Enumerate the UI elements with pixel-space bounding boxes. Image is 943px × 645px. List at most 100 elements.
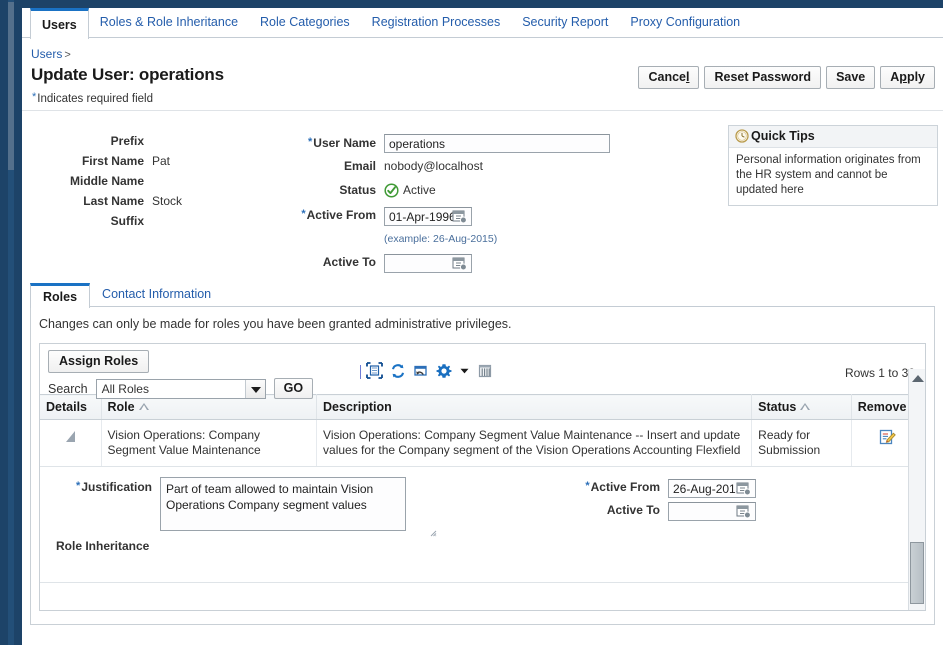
rows-range-info: Rows 1 to 30 [844, 366, 915, 380]
go-button[interactable]: GO [273, 378, 314, 399]
field-middle-name: Middle Name [22, 171, 322, 191]
cancel-button[interactable]: Cancel [638, 66, 700, 89]
user-header-form: Prefix First Name Pat Middle Name Last Na… [22, 111, 943, 279]
field-active-to: Active To [284, 251, 704, 274]
detail-field-active-to: Active To [580, 499, 756, 523]
justification-textarea[interactable]: Part of team allowed to maintain Vision … [160, 477, 406, 531]
account-fields: *User Name Email nobody@localhost Status A… [284, 131, 704, 275]
tab-contact-information[interactable]: Contact Information [90, 283, 223, 306]
tab-roles-role-inheritance-label: Roles & Role Inheritance [99, 15, 239, 29]
cell-details[interactable] [40, 419, 102, 467]
apply-button-label-post: ply [906, 70, 925, 84]
table-vertical-scrollbar[interactable] [908, 369, 925, 610]
save-button[interactable]: Save [826, 66, 876, 89]
active-from-hint: (example: 26-Aug-2015) [384, 233, 498, 245]
expand-all-icon[interactable] [366, 362, 383, 382]
page-action-buttons: Cancel Reset Password Save Apply [633, 66, 935, 89]
field-prefix: Prefix [22, 131, 322, 151]
active-from-datefield [384, 205, 472, 227]
field-last-name: Last Name Stock [22, 191, 322, 211]
reset-password-button[interactable]: Reset Password [704, 66, 822, 89]
detail-date-fields: *Active From Active To [580, 475, 756, 523]
breadcrumb-link-users[interactable]: Users [31, 47, 62, 61]
refresh-icon[interactable] [390, 363, 406, 382]
user-name-input[interactable] [384, 134, 610, 154]
window-scrollbar-thumb[interactable] [8, 2, 14, 170]
column-header-status-label: Status [758, 400, 797, 414]
scroll-up-arrow-icon[interactable] [912, 375, 924, 382]
page-content: Users Roles & Role Inheritance Role Cate… [22, 8, 943, 645]
cancel-button-label: Cance [648, 70, 686, 84]
tab-roles[interactable]: Roles [30, 283, 91, 308]
calendar-icon[interactable] [736, 481, 751, 496]
reset-password-button-label: Reset Password [714, 70, 812, 84]
person-name-fields: Prefix First Name Pat Middle Name Last Na… [22, 131, 322, 231]
cell-role: Vision Operations: Company Segment Value… [101, 419, 318, 467]
sort-ascending-icon[interactable] [800, 403, 811, 410]
quick-tips-body: Personal information originates from the… [736, 154, 921, 196]
column-header-remove-label: Remove [857, 400, 907, 414]
settings-gear-icon[interactable] [436, 363, 452, 382]
required-field-note-text: Indicates required field [37, 93, 153, 105]
field-suffix: Suffix [22, 211, 322, 231]
column-header-role-label: Role [107, 400, 135, 414]
calendar-icon[interactable] [452, 256, 467, 271]
table-row: Vision Operations: Company Segment Value… [40, 419, 926, 467]
dropdown-arrow-icon[interactable] [459, 365, 470, 379]
toolbar-divider [360, 365, 361, 379]
tab-role-categories[interactable]: Role Categories [249, 8, 361, 37]
assign-roles-button-label: Assign Roles [59, 354, 139, 368]
calendar-icon[interactable] [736, 504, 751, 519]
field-middle-name-label: Middle Name [69, 174, 144, 188]
field-status-value: Active [403, 183, 436, 197]
field-status: Status Active [284, 179, 704, 201]
justification-label: *Justification [76, 480, 152, 494]
field-active-from: *Active From [284, 203, 704, 227]
field-last-name-label: Last Name [83, 194, 144, 208]
assign-roles-button[interactable]: Assign Roles [48, 350, 150, 373]
field-first-name-value: Pat [152, 154, 171, 168]
field-first-name-label: First Name [81, 154, 144, 168]
breadcrumb-separator: > [64, 49, 71, 61]
detail-active-to-datefield [668, 500, 756, 522]
breadcrumb: Users > [22, 38, 943, 61]
quick-tips-title: Quick Tips [751, 129, 815, 143]
disclosure-triangle-icon[interactable] [65, 431, 75, 442]
roles-panel-note: Changes can only be made for roles you h… [39, 317, 512, 331]
detach-icon[interactable] [413, 363, 429, 382]
primary-tabbar: Users Roles & Role Inheritance Role Cate… [22, 8, 943, 39]
browser-window: Users Roles & Role Inheritance Role Cate… [0, 0, 943, 645]
column-header-details-label: Details [46, 400, 87, 414]
tab-registration-processes[interactable]: Registration Processes [361, 8, 512, 37]
green-check-icon [384, 183, 399, 198]
detail-active-to-label: Active To [606, 503, 660, 517]
tab-contact-information-label: Contact Information [102, 287, 212, 301]
roles-table-toolbar: Assign Roles Search All Roles GO Rows 1 to… [40, 344, 925, 399]
resize-grip-icon[interactable] [428, 526, 437, 537]
apply-button-accesskey: p [899, 70, 907, 84]
export-grid-icon[interactable] [477, 363, 493, 382]
cell-status: Ready for Submission [751, 419, 852, 467]
tab-roles-role-inheritance[interactable]: Roles & Role Inheritance [89, 8, 249, 37]
field-user-name: *User Name [284, 131, 704, 154]
calendar-icon[interactable] [452, 209, 467, 224]
apply-button[interactable]: Apply [880, 66, 935, 89]
tab-roles-label: Roles [43, 290, 78, 304]
tab-proxy-configuration[interactable]: Proxy Configuration [619, 8, 751, 37]
tab-security-report[interactable]: Security Report [511, 8, 619, 37]
edit-update-icon[interactable] [878, 428, 897, 451]
field-user-name-label: *User Name [308, 136, 376, 150]
table-scrollbar-thumb[interactable] [910, 542, 924, 604]
tab-users[interactable]: Users [30, 8, 89, 39]
sort-ascending-icon[interactable] [138, 403, 149, 410]
chevron-down-icon[interactable] [244, 379, 265, 398]
field-email-value: nobody@localhost [384, 159, 483, 173]
title-row: Update User: operations Cancel Reset Pass… [22, 61, 943, 89]
search-scope-select[interactable]: All Roles [95, 378, 266, 399]
field-email-label: Email [343, 159, 376, 173]
quick-tips-header: Quick Tips [729, 126, 937, 148]
active-to-datefield [384, 252, 472, 274]
table-icon-toolbar [360, 362, 500, 382]
search-label: Search [48, 381, 88, 396]
column-header-description-label: Description [323, 400, 392, 414]
